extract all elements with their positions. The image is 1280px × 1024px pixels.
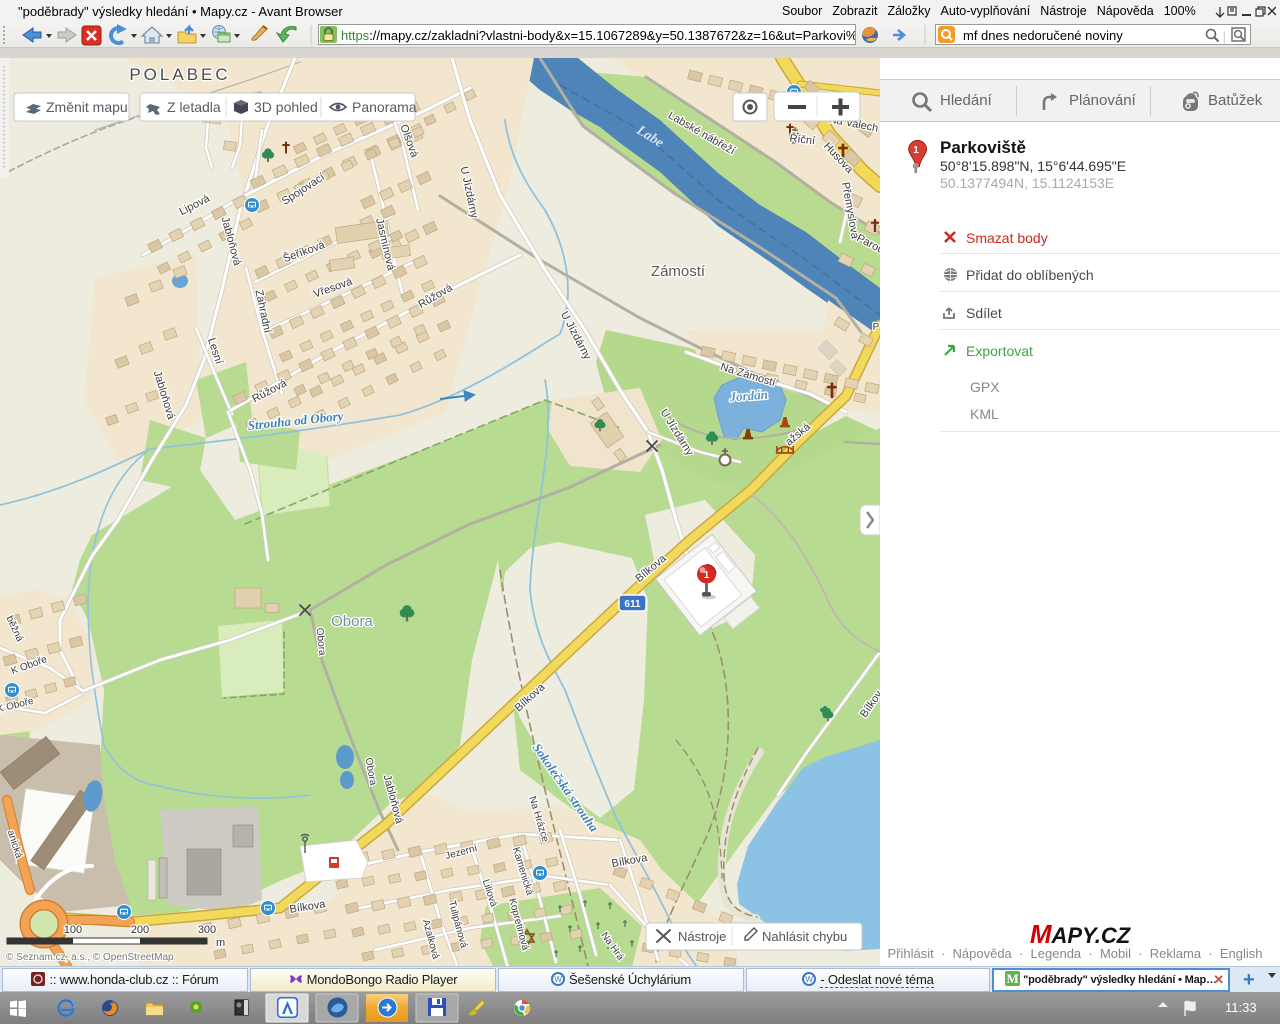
svg-text:Z letadla: Z letadla: [167, 99, 221, 115]
svg-text:300: 300: [198, 924, 216, 936]
svg-text:Nahlásit chybu: Nahlásit chybu: [762, 929, 847, 944]
svg-text:11:33: 11:33: [1225, 1000, 1257, 1015]
svg-text:P: P: [873, 322, 880, 333]
svg-text:3D pohled: 3D pohled: [254, 99, 318, 115]
svg-text:1: 1: [704, 570, 710, 581]
svg-text:611: 611: [624, 599, 641, 610]
svg-text:Změnit mapu: Změnit mapu: [46, 99, 128, 115]
svg-text:Říční: Říční: [789, 132, 816, 148]
svg-text:Obora: Obora: [331, 613, 373, 630]
svg-text:Jordán: Jordán: [728, 387, 768, 405]
svg-text:100: 100: [64, 924, 82, 936]
svg-text:Nástroje: Nástroje: [678, 929, 726, 944]
svg-text:Zámostí: Zámostí: [651, 263, 706, 280]
svg-text:POLABEC: POLABEC: [129, 65, 230, 84]
svg-text:M: M: [1007, 971, 1019, 986]
svg-text:© Seznam.cz, a.s., © OpenStree: © Seznam.cz, a.s., © OpenStreetMap: [6, 952, 174, 963]
svg-text:W: W: [806, 975, 814, 984]
svg-text:W: W: [554, 975, 562, 984]
svg-text:200: 200: [131, 924, 149, 936]
svg-text:m: m: [216, 937, 225, 949]
svg-text:1: 1: [913, 145, 919, 156]
svg-text:Panorama: Panorama: [352, 99, 417, 115]
